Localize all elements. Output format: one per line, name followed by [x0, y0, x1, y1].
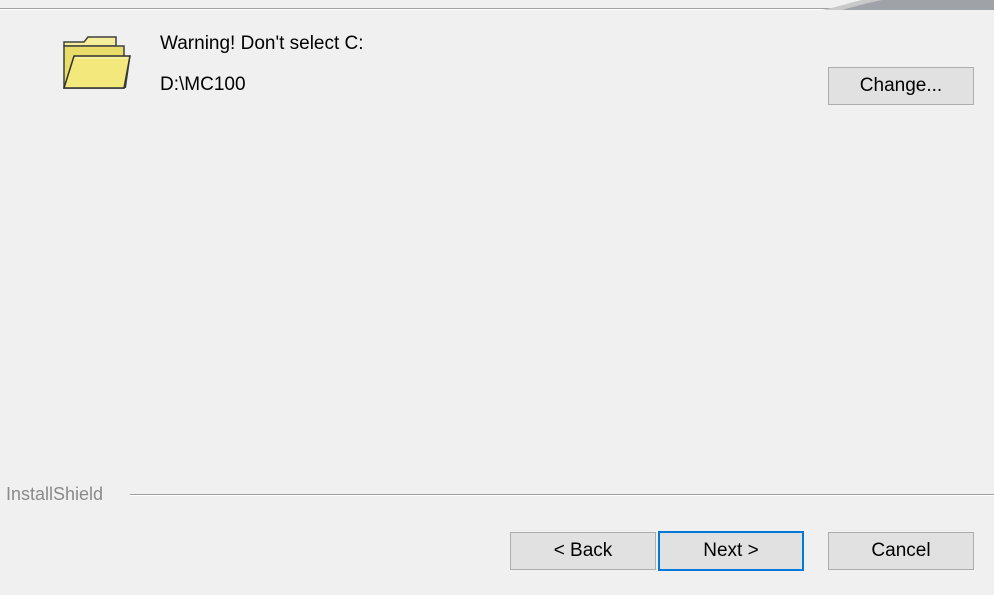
install-path-label: D:\MC100 — [160, 74, 246, 95]
back-button[interactable]: < Back — [510, 532, 656, 570]
banner-graphic — [822, 0, 994, 10]
open-folder-icon — [60, 30, 132, 92]
warning-label: Warning! Don't select C: — [160, 33, 364, 54]
change-folder-button[interactable]: Change... — [828, 67, 974, 105]
installshield-brand-label: InstallShield — [6, 484, 112, 505]
footer-divider-highlight — [130, 495, 994, 496]
cancel-button[interactable]: Cancel — [828, 532, 974, 570]
next-button[interactable]: Next > — [658, 531, 804, 571]
